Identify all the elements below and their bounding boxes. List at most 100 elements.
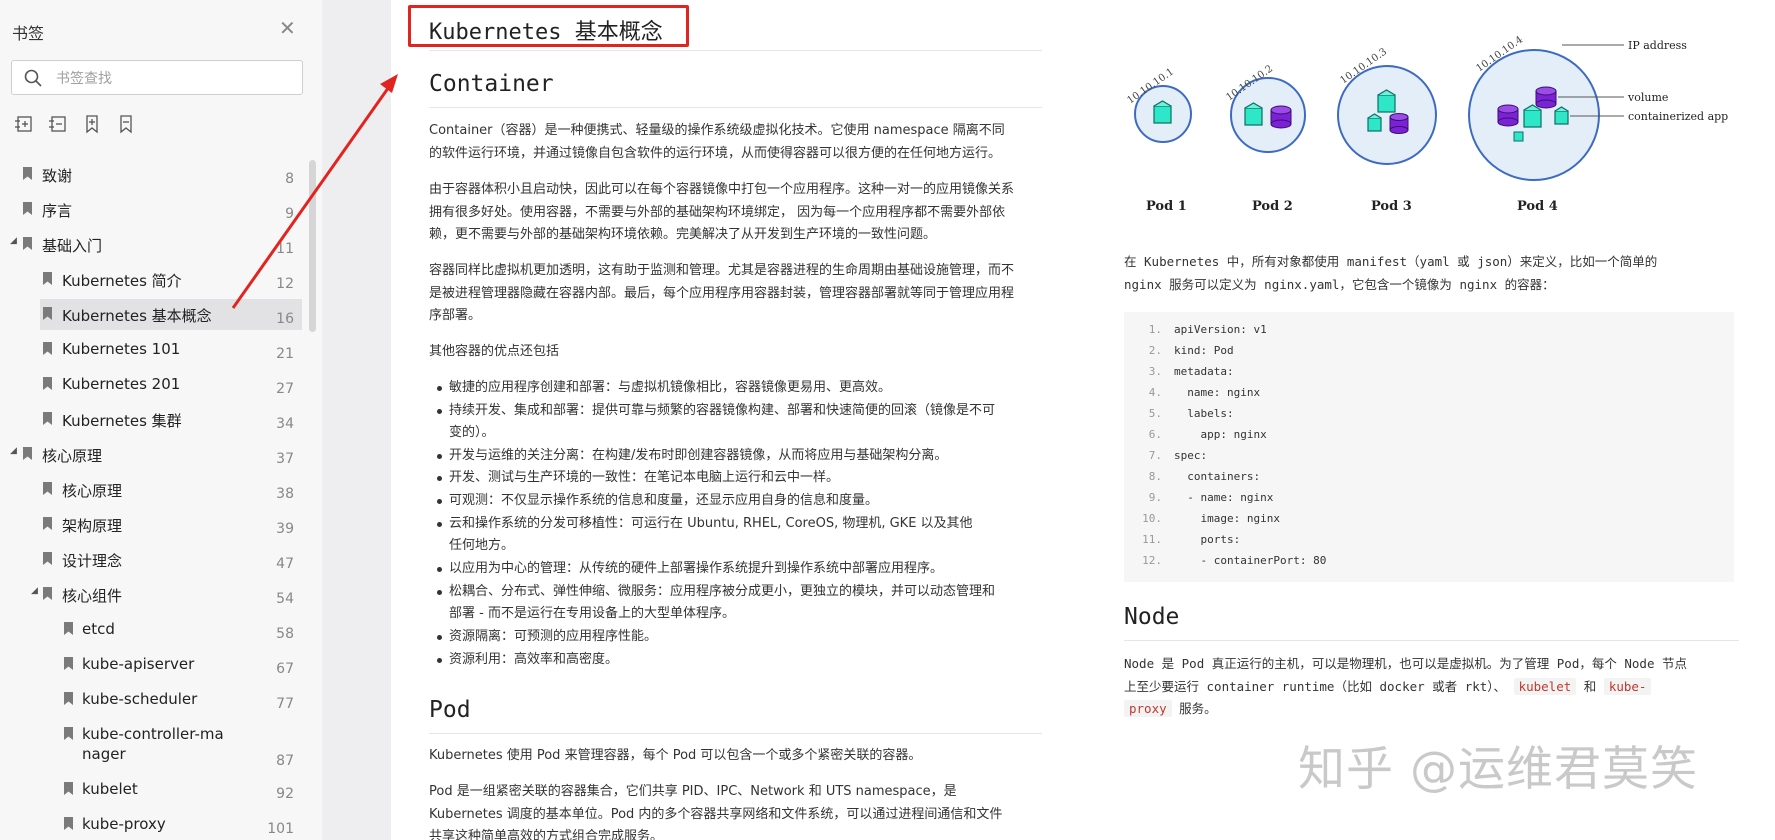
volume-icon	[1389, 113, 1409, 134]
list-item: 云和操作系统的分发可移植性：可运行在 Ubuntu, RHEL, CoreOS,…	[437, 513, 1041, 536]
inline-code: proxy	[1124, 700, 1172, 717]
line-number: 8.	[1148, 470, 1162, 483]
divider	[429, 733, 1042, 734]
page-title: Kubernetes 基本概念	[429, 20, 663, 45]
watermark: 知乎 @运维君莫笑	[1298, 742, 1698, 797]
toc-page: 8	[285, 171, 294, 187]
bookmark-icon	[43, 587, 52, 600]
code-line: 3. metadata:	[1136, 362, 1234, 382]
text-line: 松耦合、分布式、弹性伸缩、微服务：应用程序被分成更小，更独立的模块，并可以动态管…	[449, 584, 996, 599]
code-text: image: nginx	[1174, 512, 1280, 525]
bullet	[437, 476, 442, 481]
toc-page: 37	[276, 451, 294, 467]
container-heading: Container	[429, 71, 554, 97]
pod-diagram: 10.10.10.1 Pod 1 10.10.10.2 Pod 2 10.10.…	[1125, 34, 1728, 214]
node-heading: Node	[1124, 604, 1180, 630]
toc-item-k8s-101[interactable]: Kubernetes 101 21	[0, 332, 300, 367]
search-input[interactable]	[54, 67, 293, 91]
list-item: 资源隔离：可预测的应用程序性能。	[437, 626, 1041, 649]
toc-item-k8s-intro[interactable]: Kubernetes 简介 12	[0, 262, 300, 297]
list-item: 资源利用：高效率和高密度。	[437, 649, 1041, 672]
code-line: 2. kind: Pod	[1136, 341, 1234, 361]
toc-page: 38	[276, 486, 294, 502]
text-line: 序部署。	[429, 308, 482, 323]
collapse-arrow-icon[interactable]: ◢	[31, 586, 38, 596]
code-text: kind: Pod	[1174, 344, 1234, 357]
line-number: 11.	[1142, 533, 1162, 546]
code-text: ports:	[1174, 533, 1241, 546]
bookmark-icon	[43, 517, 52, 530]
collapse-all-icon[interactable]	[48, 114, 68, 134]
toc-label: etcd	[82, 620, 115, 638]
toc-page: 47	[276, 556, 294, 572]
text-line: 在 Kubernetes 中，所有对象都使用 manifest（yaml 或 j…	[1124, 254, 1658, 269]
bookmark-icon	[43, 552, 52, 565]
toc-item-design[interactable]: 设计理念 47	[0, 542, 300, 577]
line-number: 9.	[1148, 491, 1162, 504]
bookmark-icon	[64, 817, 73, 830]
text-line: Kubernetes 调度的基本单位。Pod 内的多个容器共享网络和文件系统，可…	[429, 806, 1003, 822]
bookmark-search-field[interactable]	[11, 60, 303, 95]
text-line: 开发与运维的关注分离：在构建/发布时即创建容器镜像，从而将应用与基础架构分离。	[449, 448, 948, 463]
toc-item-preface[interactable]: 序言 9	[0, 192, 300, 227]
toc-item-basics[interactable]: ◢ 基础入门 11	[0, 227, 300, 262]
toc-item-kube-controller-manager[interactable]: kube-controller-ma nager 87	[0, 717, 300, 772]
paragraph: 由于容器体积小且启动快，因此可以在每个容器镜像中打包一个应用程序。这种一对一的应…	[429, 179, 1039, 247]
toc-page: 21	[276, 346, 294, 362]
toc-item-architecture[interactable]: 架构原理 39	[0, 507, 300, 542]
toc-item-k8s-201[interactable]: Kubernetes 201 27	[0, 367, 300, 402]
toc-item-acknowledgements[interactable]: 致谢 8	[0, 157, 300, 192]
bullet	[437, 499, 442, 504]
collapse-arrow-icon[interactable]: ◢	[10, 446, 17, 456]
paragraph: Pod 是一组紧密关联的容器集合，它们共享 PID、IPC、Network 和 …	[429, 781, 1039, 840]
toc-label: 基础入门	[42, 237, 103, 255]
divider	[1124, 640, 1739, 641]
toc-label: 序言	[42, 202, 73, 220]
container-cube-icon	[1377, 89, 1396, 113]
container-cube-icon	[1153, 100, 1172, 124]
toc-item-kube-scheduler[interactable]: kube-scheduler 77	[0, 682, 300, 717]
text-line: 以应用为中心的管理：从传统的硬件上部署操作系统提升到操作系统中部署应用程序。	[449, 561, 944, 576]
remove-bookmark-icon[interactable]	[116, 114, 136, 134]
toc-item-k8s-cluster[interactable]: Kubernetes 集群 34	[0, 402, 300, 437]
toc-page: 67	[276, 661, 294, 677]
toc-item-kubelet[interactable]: kubelet 92	[0, 772, 300, 807]
line-number: 5.	[1148, 407, 1162, 420]
sidebar-scrollbar[interactable]	[309, 160, 316, 332]
toc-item-core-principles-sub[interactable]: 核心原理 38	[0, 472, 300, 507]
add-bookmark-icon[interactable]	[82, 114, 102, 134]
bookmark-icon	[43, 412, 52, 425]
toc-label: kube-controller-ma	[82, 725, 224, 743]
code-line: 6. app: nginx	[1136, 425, 1267, 445]
code-text: name: nginx	[1174, 386, 1261, 399]
toc-label: 核心原理	[62, 482, 123, 500]
bookmark-icon	[64, 622, 73, 635]
toc-item-kube-proxy[interactable]: kube-proxy 101	[0, 807, 300, 840]
code-text: spec:	[1174, 449, 1208, 462]
close-icon[interactable]: ✕	[279, 18, 296, 38]
toc-item-k8s-concepts[interactable]: Kubernetes 基本概念 16	[0, 297, 302, 332]
code-text: - name: nginx	[1174, 491, 1274, 504]
collapse-arrow-icon[interactable]: ◢	[10, 236, 17, 246]
expand-all-icon[interactable]	[14, 114, 34, 134]
toc-label: Kubernetes 简介	[62, 272, 182, 290]
code-line: 1. apiVersion: v1	[1136, 320, 1267, 340]
code-line: 5. labels:	[1136, 404, 1234, 424]
line-number: 4.	[1148, 386, 1162, 399]
toc-page: 92	[276, 786, 294, 802]
pod-1-node: 10.10.10.1 Pod 1	[1125, 66, 1192, 214]
toc-item-core-principles[interactable]: ◢ 核心原理 37	[0, 437, 300, 472]
ip-address-label: IP address	[1628, 39, 1687, 52]
toc-item-core-components[interactable]: ◢ 核心组件 54	[0, 577, 300, 612]
code-block: 1. apiVersion: v1 2. kind: Pod 3. metadata:…	[1124, 312, 1734, 582]
toc-page: 101	[267, 821, 294, 837]
text-line: 云和操作系统的分发可移植性：可运行在 Ubuntu, RHEL, CoreOS,…	[449, 516, 973, 531]
code-line: 11. ports:	[1136, 530, 1240, 550]
toc-page: 54	[276, 591, 294, 607]
toc-label: Kubernetes 基本概念	[62, 307, 212, 325]
toc-item-etcd[interactable]: etcd 58	[0, 612, 300, 647]
toc-item-kube-apiserver[interactable]: kube-apiserver 67	[0, 647, 300, 682]
text-line: Container（容器）是一种便携式、轻量级的操作系统级虚拟化技术。它使用 n…	[429, 123, 1005, 138]
toc-page: 58	[276, 626, 294, 642]
pod-label: Pod 2	[1252, 199, 1293, 214]
